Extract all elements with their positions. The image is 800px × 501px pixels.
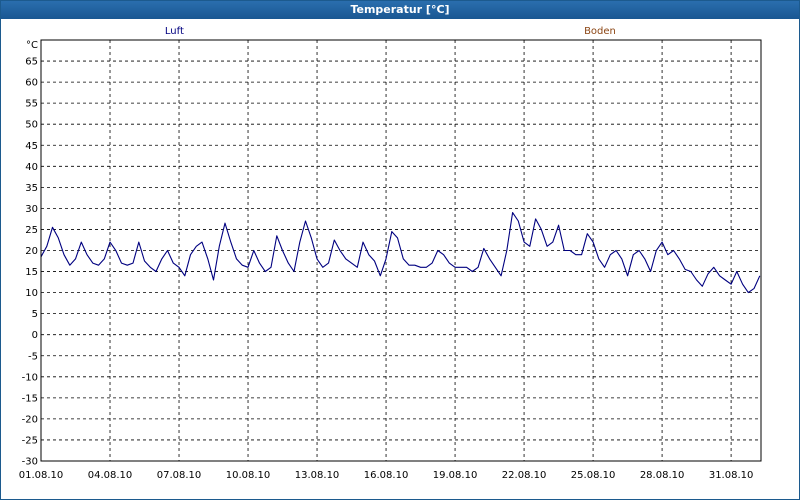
y-tick-label: -30 bbox=[22, 457, 38, 468]
y-tick-label: 10 bbox=[25, 288, 38, 299]
y-tick-label: -25 bbox=[22, 435, 38, 446]
chart-window: Temperatur [°C] 65 60 55 50 45 40 35 30 25 20 15 10… bbox=[0, 0, 800, 500]
x-tick-label: 22.08.10 bbox=[502, 470, 547, 481]
y-tick-label: -20 bbox=[22, 414, 38, 425]
x-tick-label: 19.08.10 bbox=[433, 470, 478, 481]
x-tick-label: 07.08.10 bbox=[157, 470, 202, 481]
y-tick-label: -15 bbox=[22, 393, 38, 404]
y-tick-label: 50 bbox=[25, 120, 38, 131]
y-tick-label: 65 bbox=[25, 57, 38, 68]
y-tick-label: -5 bbox=[28, 351, 38, 362]
y-tick-label: 0 bbox=[32, 330, 38, 341]
y-tick-label: 40 bbox=[25, 162, 38, 173]
y-tick-label: 45 bbox=[25, 141, 38, 152]
y-tick-label: 15 bbox=[25, 267, 38, 278]
legend-luft: Luft bbox=[165, 26, 184, 37]
x-tick-label: 01.08.10 bbox=[19, 470, 64, 481]
legend-boden: Boden bbox=[584, 26, 616, 37]
y-tick-label: 35 bbox=[25, 183, 38, 194]
x-tick-label: 04.08.10 bbox=[88, 470, 133, 481]
temperature-chart: 65605550454035302520151050-5-10-15-20-25… bbox=[19, 26, 762, 481]
y-tick-label: 60 bbox=[25, 78, 38, 89]
y-tick-label: 5 bbox=[32, 309, 38, 320]
y-tick-label: 55 bbox=[25, 99, 38, 110]
y-tick-label: -10 bbox=[22, 372, 38, 383]
x-tick-label: 16.08.10 bbox=[364, 470, 409, 481]
y-tick-label: 30 bbox=[25, 204, 38, 215]
y-tick-label: 25 bbox=[25, 225, 38, 236]
x-tick-label: 31.08.10 bbox=[709, 470, 754, 481]
y-axis-unit: °C bbox=[26, 40, 38, 51]
x-tick-label: 28.08.10 bbox=[640, 470, 685, 481]
x-tick-label: 25.08.10 bbox=[571, 470, 616, 481]
series-layer bbox=[40, 212, 761, 294]
series-line-luft bbox=[40, 212, 761, 294]
x-tick-label: 10.08.10 bbox=[226, 470, 271, 481]
y-tick-label: 20 bbox=[25, 246, 38, 257]
x-tick-label: 13.08.10 bbox=[295, 470, 340, 481]
